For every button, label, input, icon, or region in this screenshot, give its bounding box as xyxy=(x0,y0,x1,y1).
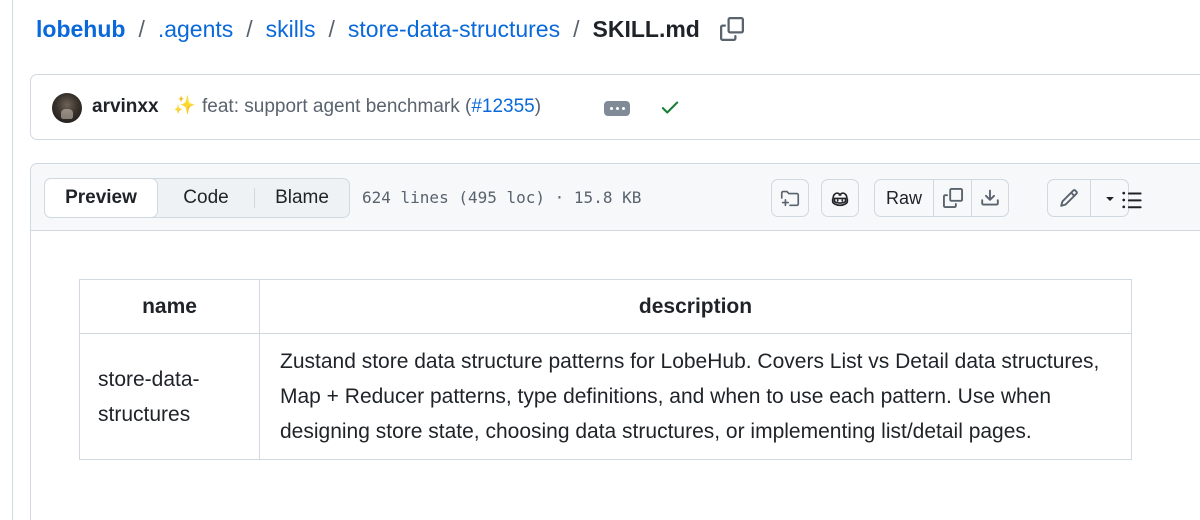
tab-code[interactable]: Code xyxy=(158,179,254,217)
triangle-down-icon xyxy=(1105,197,1114,201)
commit-expand-button[interactable] xyxy=(604,101,630,116)
breadcrumb-separator: / xyxy=(246,15,253,42)
latest-commit-box: arvinxx ✨ feat: support agent benchmark … xyxy=(30,74,1200,140)
skill-description-cell: Zustand store data structure patterns fo… xyxy=(259,333,1132,460)
breadcrumb-item-skills[interactable]: skills xyxy=(266,16,316,43)
sparkle-icon: ✨ xyxy=(173,95,196,115)
breadcrumb-current-file: SKILL.md xyxy=(592,15,700,42)
skill-name-cell: store-data-structures xyxy=(79,333,260,460)
commit-pr-link[interactable]: #12355 xyxy=(471,96,534,117)
table-header-row: name description xyxy=(79,279,1132,334)
copilot-button[interactable] xyxy=(821,179,859,217)
copy-icon xyxy=(719,17,744,41)
edit-file-button[interactable] xyxy=(1048,180,1091,216)
raw-button[interactable]: Raw xyxy=(875,180,934,216)
file-header: Preview Code Blame 624 lines (495 loc) ·… xyxy=(31,164,1200,231)
copilot-icon xyxy=(831,192,849,207)
breadcrumb-owner[interactable]: lobehub xyxy=(36,16,125,43)
tab-blame[interactable]: Blame xyxy=(255,179,349,217)
view-mode-switch: Preview Code Blame xyxy=(44,178,350,218)
tab-preview[interactable]: Preview xyxy=(44,178,158,218)
raw-copy-download-group: Raw xyxy=(874,179,1009,217)
dot xyxy=(621,107,625,110)
copy-icon xyxy=(942,188,963,208)
commit-author[interactable]: arvinxx xyxy=(92,96,159,118)
skill-name-line: store-data- xyxy=(98,367,200,391)
breadcrumb-separator: / xyxy=(328,15,335,42)
table-row: store-data-structures Zustand store data… xyxy=(79,333,1132,460)
breadcrumb-separator: / xyxy=(138,15,145,42)
breadcrumb-separator: / xyxy=(573,15,580,42)
list-unordered-icon xyxy=(1122,191,1142,209)
file-meta-info: 624 lines (495 loc) · 15.8 KB xyxy=(362,188,642,207)
column-header-name: name xyxy=(79,279,260,334)
open-in-new-folder-button[interactable] xyxy=(771,179,809,217)
breadcrumb-item-agents[interactable]: .agents xyxy=(158,16,233,43)
breadcrumb: lobehub / .agents / skills / store-data-… xyxy=(36,13,746,45)
breadcrumb-item-store-data-structures[interactable]: store-data-structures xyxy=(348,16,560,43)
download-icon xyxy=(981,189,999,206)
commit-message[interactable]: feat: support agent benchmark (#12355) xyxy=(202,96,541,118)
edit-group xyxy=(1047,179,1129,217)
skill-name-line: structures xyxy=(98,402,191,426)
copy-raw-button[interactable] xyxy=(934,180,971,216)
pencil-icon xyxy=(1060,189,1078,207)
frontmatter-table: name description store-data-structures Z… xyxy=(79,279,1132,460)
page-left-border xyxy=(12,0,13,520)
column-header-description: description xyxy=(259,279,1132,334)
commit-message-end: ) xyxy=(534,96,542,117)
folder-icon xyxy=(780,190,800,207)
download-button[interactable] xyxy=(971,180,1008,216)
copy-path-button[interactable] xyxy=(718,15,746,43)
avatar[interactable] xyxy=(52,93,82,123)
commit-message-text: feat: support agent benchmark ( xyxy=(202,96,472,117)
dot xyxy=(609,107,613,110)
check-icon[interactable] xyxy=(659,96,681,123)
dot xyxy=(615,107,619,110)
outline-toggle-button[interactable] xyxy=(1120,188,1144,212)
